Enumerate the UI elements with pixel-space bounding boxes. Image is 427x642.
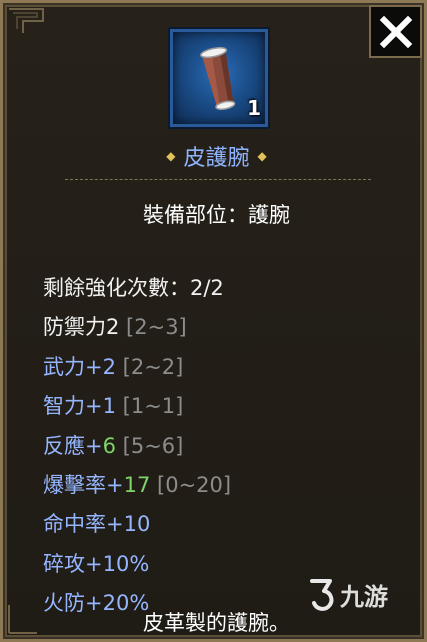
close-button[interactable] — [369, 5, 422, 58]
stat-line: 命中率+10 — [43, 505, 403, 544]
item-count: 1 — [247, 96, 261, 120]
stat-line: 防禦力2 [2~3] — [43, 308, 403, 347]
item-name-row: ◆ 皮護腕 ◆ — [3, 141, 427, 171]
stat-text: 剩餘強化次數：2/2 — [43, 276, 224, 300]
stat-text: [2~2] — [122, 354, 184, 379]
stat-line: 剩餘強化次數：2/2 — [43, 269, 403, 308]
item-icon-slot[interactable]: 1 — [170, 29, 268, 127]
stat-text: [5~6] — [122, 433, 184, 458]
divider — [65, 179, 371, 180]
close-icon — [379, 15, 412, 48]
item-name: 皮護腕 — [183, 146, 250, 171]
stat-text: 防禦力2 — [43, 315, 127, 340]
stat-text: 武力+2 — [43, 354, 123, 379]
stat-line: 爆擊率+17 [0~20] — [43, 466, 403, 505]
item-tooltip-panel: 1 ◆ 皮護腕 ◆ 裝備部位：護腕 剩餘強化次數：2/2 防禦力2 [2~3] 武力… — [0, 0, 427, 642]
item-description: 皮革製的護腕。 — [143, 611, 290, 635]
diamond-icon: ◆ — [166, 149, 176, 163]
stat-line: 武力+2 [2~2] — [43, 348, 403, 387]
diamond-icon: ◆ — [257, 149, 267, 163]
equip-slot-line: 裝備部位：護腕 — [143, 203, 290, 227]
stat-text: 17 — [123, 472, 158, 497]
stat-line: 智力+1 [1~1] — [43, 387, 403, 426]
stat-line: 反應+6 [5~6] — [43, 427, 403, 466]
stat-text: [2~3] — [126, 315, 187, 340]
stat-text: 反應+ — [43, 433, 103, 458]
stat-text: [0~20] — [157, 472, 232, 497]
stat-text: 爆擊率+ — [43, 472, 124, 497]
stat-text: 命中率+10 — [43, 512, 151, 537]
stat-text: 智力+1 — [43, 394, 123, 419]
stat-text: 6 — [102, 433, 123, 458]
stat-text: [1~1] — [122, 394, 184, 419]
stat-text: 碎攻+10% — [43, 551, 150, 576]
logo-icon — [310, 579, 334, 611]
